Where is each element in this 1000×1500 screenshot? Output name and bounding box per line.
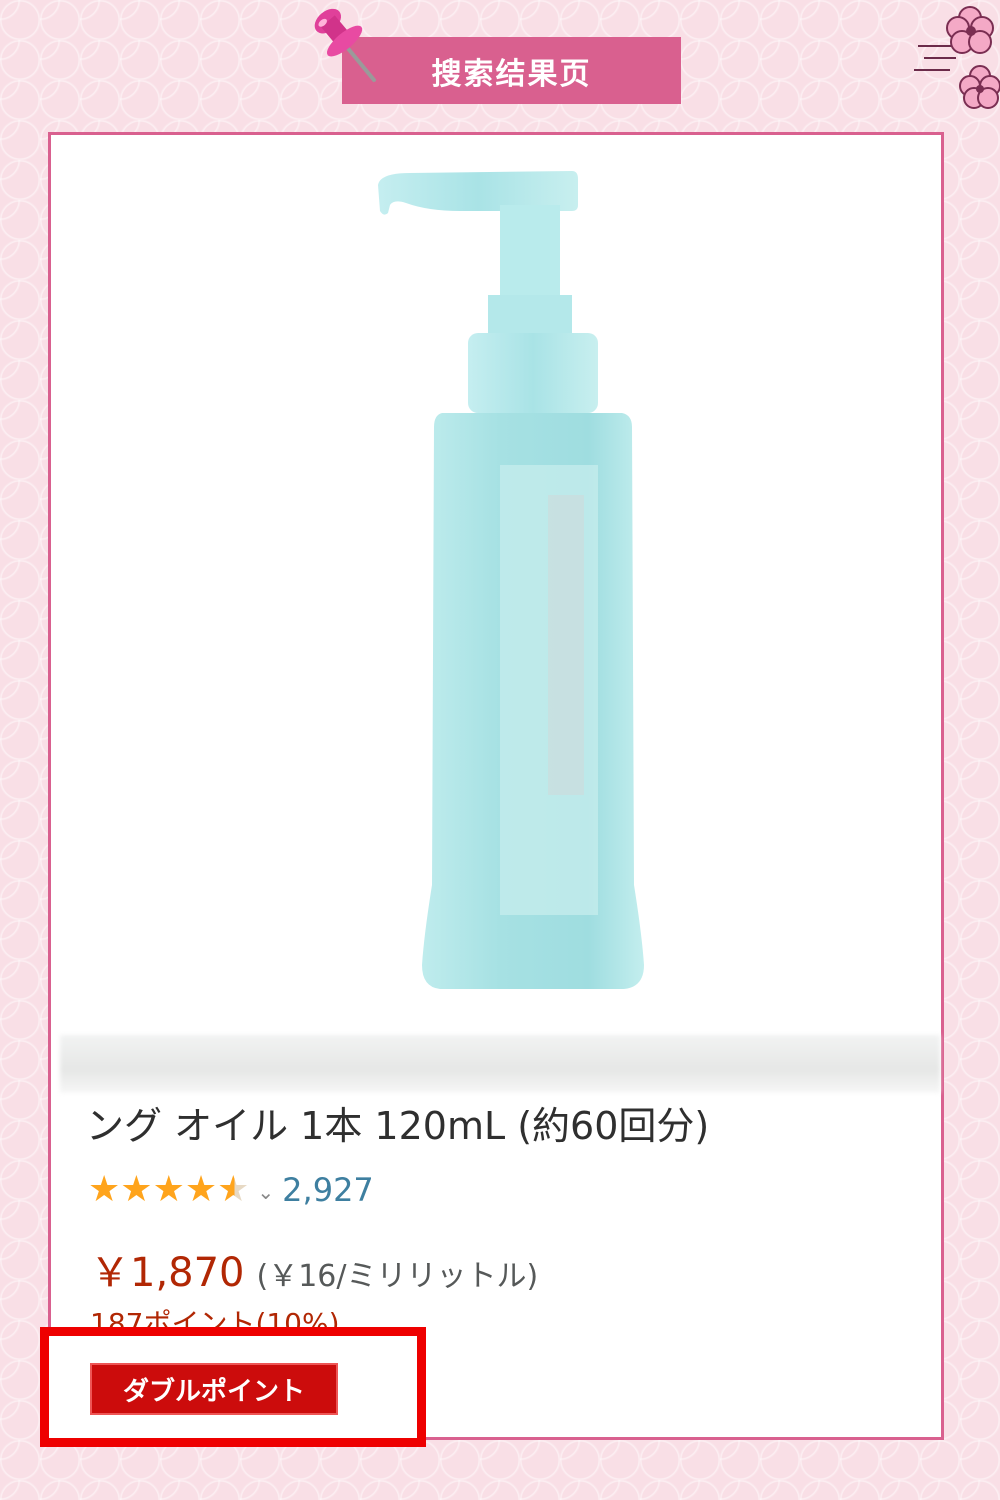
image-shadow xyxy=(60,1035,940,1093)
star-rating[interactable]: ★ ★ ★ ★ ★ xyxy=(88,1172,249,1208)
page-title: 搜索结果页 xyxy=(431,56,592,92)
chevron-down-icon[interactable]: ⌄ xyxy=(257,1180,274,1204)
price: ￥1,870 xyxy=(90,1250,245,1296)
star-half-icon: ★ xyxy=(217,1169,250,1210)
push-pin-icon xyxy=(314,8,376,82)
review-count-link[interactable]: 2,927 xyxy=(282,1171,374,1209)
unit-price: (￥16/ミリリットル) xyxy=(256,1259,539,1294)
star-icon: ★ xyxy=(120,1169,153,1210)
page-title-badge: 搜索结果页 xyxy=(342,37,681,104)
product-image[interactable] xyxy=(310,165,670,1005)
star-icon: ★ xyxy=(88,1169,121,1210)
star-icon: ★ xyxy=(152,1169,185,1210)
star-icon: ★ xyxy=(184,1169,218,1210)
cherry-blossom-icon xyxy=(914,6,1000,109)
rating-row[interactable]: ★ ★ ★ ★ ★ ⌄ 2,927 xyxy=(88,1166,374,1214)
double-point-badge: ダブルポイント xyxy=(90,1363,338,1415)
price-row: ￥1,870 (￥16/ミリリットル) xyxy=(90,1240,538,1298)
product-title[interactable]: ング オイル 1本 120mL (約60回分) xyxy=(86,1095,936,1150)
double-point-label: ダブルポイント xyxy=(122,1376,305,1407)
